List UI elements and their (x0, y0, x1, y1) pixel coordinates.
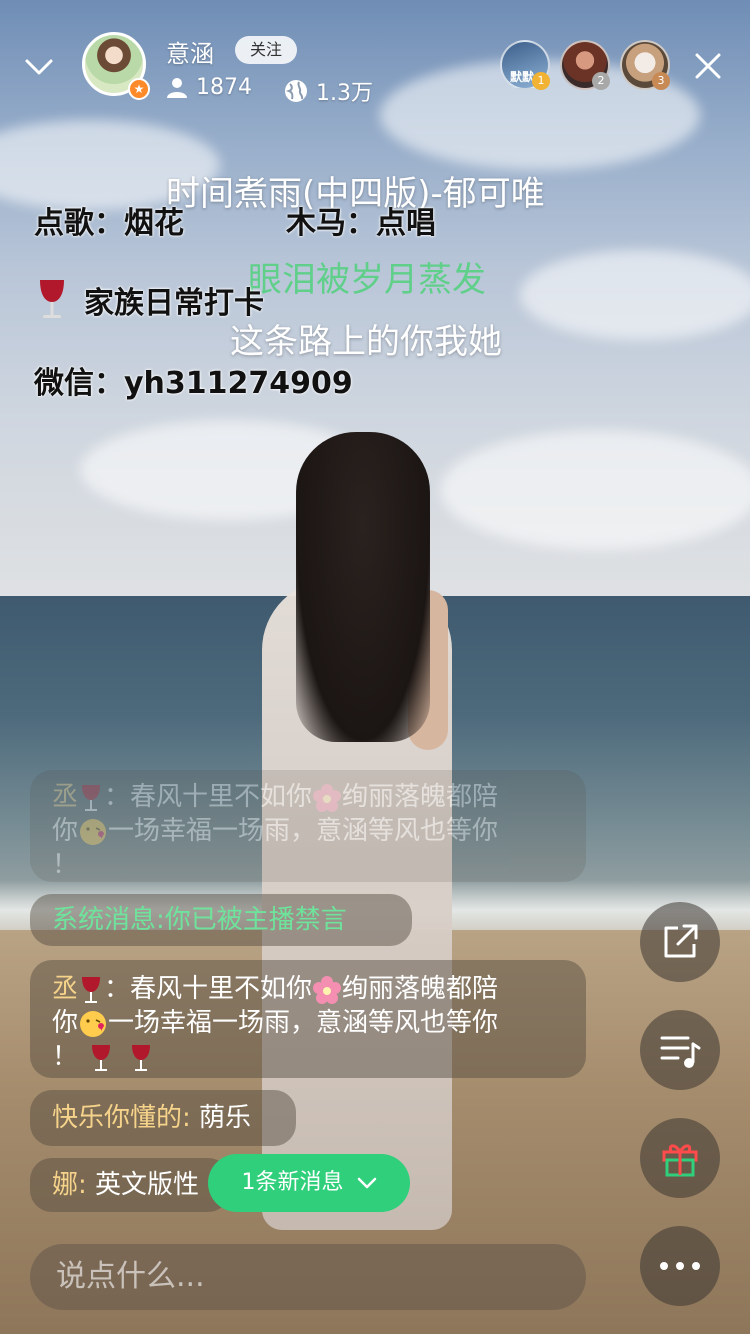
chat-username: 娜: (52, 1170, 87, 1200)
rank-badge-3: 3 (652, 72, 670, 90)
flower-icon (313, 783, 342, 812)
chat-input[interactable]: 说点什么... (30, 1244, 586, 1310)
flower-icon (313, 975, 342, 1004)
follow-button[interactable]: 关注 (235, 36, 297, 64)
anchor-name[interactable]: 意涵 (166, 34, 214, 69)
cloud (440, 430, 750, 550)
chat-text: 绚丽落魄都陪 (342, 782, 499, 812)
more-button[interactable] (640, 1226, 720, 1306)
chat-message: 丞：春风十里不如你 绚丽落魄都陪 你一场幸福一场雨，意涵等风也等你 ！ (30, 770, 586, 882)
chat-text: 绚丽落魄都陪 (342, 974, 499, 1004)
chevron-down-icon (357, 1177, 376, 1189)
lyric-current-line: 眼泪被岁月蒸发 (248, 260, 486, 300)
viewer-count-value: 1874 (196, 75, 252, 100)
system-message-label: 系统消息: (52, 905, 165, 935)
chat-username: 快乐你懂的: (52, 1103, 191, 1133)
close-button[interactable] (694, 52, 722, 80)
chat-message: 快乐你懂的: 荫乐 (30, 1090, 296, 1146)
wine-glass-icon (40, 280, 64, 318)
notice-host: 木马：点唱 (286, 206, 436, 241)
chat-text: 春风十里不如你 (130, 782, 313, 812)
wine-glass-icon (92, 1044, 111, 1071)
popularity: 1.3万 (284, 75, 373, 107)
kiss-emoji-icon (80, 1010, 107, 1037)
person-icon (167, 77, 187, 98)
collapse-button[interactable] (24, 52, 54, 82)
viewer-count: 1874 (166, 75, 252, 100)
wine-glass-icon (82, 784, 101, 811)
wine-glass-icon (132, 1044, 151, 1071)
chat-text: ！ (52, 1042, 79, 1072)
wine-glass-icon (82, 976, 101, 1003)
rank-badge-2: 2 (592, 72, 610, 90)
chat-text: 春风十里不如你 (130, 974, 313, 1004)
chat-username: 丞 (52, 782, 79, 812)
share-button[interactable] (640, 902, 720, 982)
close-icon (695, 53, 721, 79)
gift-icon (662, 1144, 698, 1177)
notice-wechat: 微信：yh311274909 (34, 366, 353, 401)
new-message-button[interactable]: 1条新消息 (208, 1154, 410, 1212)
gift-button[interactable] (640, 1118, 720, 1198)
chat-text: 荫乐 (199, 1103, 252, 1133)
rank-badge-1: 1 (532, 72, 550, 90)
lyric-next-line: 这条路上的你我她 (230, 322, 502, 362)
kiss-emoji-icon (80, 818, 107, 845)
globe-icon (285, 80, 307, 102)
chevron-down-icon (25, 59, 53, 75)
chat-text: 你 (52, 816, 79, 846)
chat-message: 娜: 英文版性 (30, 1158, 230, 1212)
system-message-text: 你已被主播禁言 (164, 905, 347, 935)
new-message-label: 1条新消息 (241, 1170, 344, 1195)
playlist-icon (660, 1036, 701, 1068)
share-icon (664, 924, 698, 958)
notice-song-request: 点歌：烟花 (34, 206, 184, 241)
chat-username: 丞 (52, 974, 79, 1004)
popularity-value: 1.3万 (316, 81, 373, 106)
playlist-button[interactable] (640, 1010, 720, 1090)
chat-text: 一场幸福一场雨，意涵等风也等你 (108, 816, 499, 846)
streamer-figure-hair (296, 432, 430, 742)
system-message: 系统消息:你已被主播禁言 (30, 894, 412, 946)
more-icon (660, 1262, 700, 1270)
chat-text: 英文版性 (95, 1170, 200, 1200)
cloud (520, 250, 750, 340)
chat-text: 你 (52, 1008, 79, 1038)
chat-text: 一场幸福一场雨，意涵等风也等你 (108, 1008, 499, 1038)
top-viewer-avatar-text: 默默 (510, 70, 535, 84)
chat-message: 丞：春风十里不如你 绚丽落魄都陪 你一场幸福一场雨，意涵等风也等你 ！ (30, 960, 586, 1078)
chat-text: ！ (52, 850, 79, 880)
star-badge-icon: ★ (128, 78, 150, 100)
